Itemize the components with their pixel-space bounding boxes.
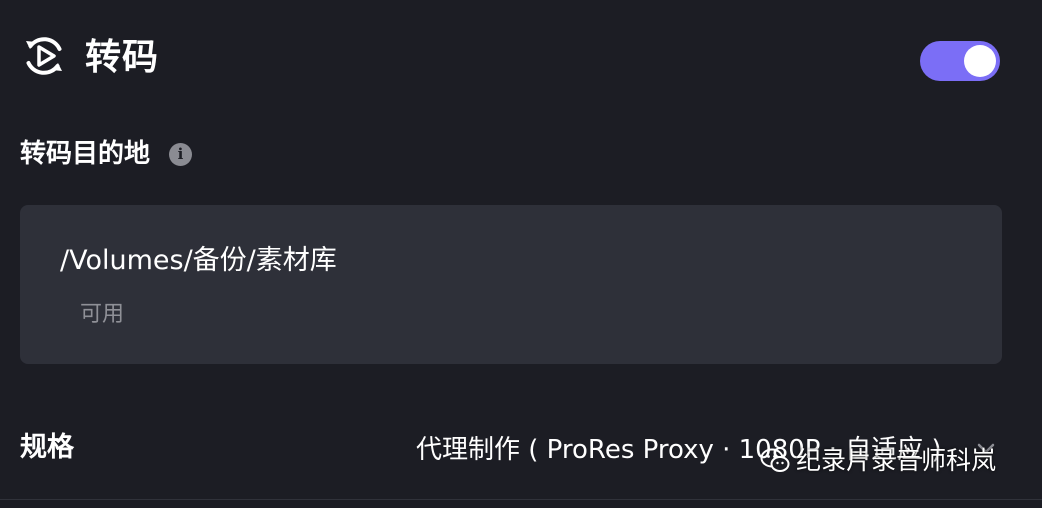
watermark: 纪录片录音师科岚	[760, 444, 996, 478]
divider	[0, 499, 1042, 500]
destination-label: 转码目的地	[20, 139, 151, 169]
spec-label: 规格	[20, 432, 74, 463]
transcode-toggle[interactable]	[920, 41, 1000, 81]
destination-path: /Volumes/备份/素材库	[60, 245, 337, 276]
page-title: 转码	[85, 37, 160, 78]
transcode-icon	[26, 37, 62, 75]
destination-picker[interactable]: /Volumes/备份/素材库 可用	[20, 205, 1002, 364]
transcode-settings-panel: 转码 转码目的地 i /Volumes/备份/素材库 可用 规格 代理制作 ( …	[0, 0, 1042, 508]
toggle-knob	[964, 45, 996, 77]
watermark-text: 纪录片录音师科岚	[796, 446, 997, 475]
destination-status: 可用	[80, 302, 125, 327]
info-icon[interactable]: i	[169, 143, 192, 166]
wechat-icon	[760, 448, 790, 472]
